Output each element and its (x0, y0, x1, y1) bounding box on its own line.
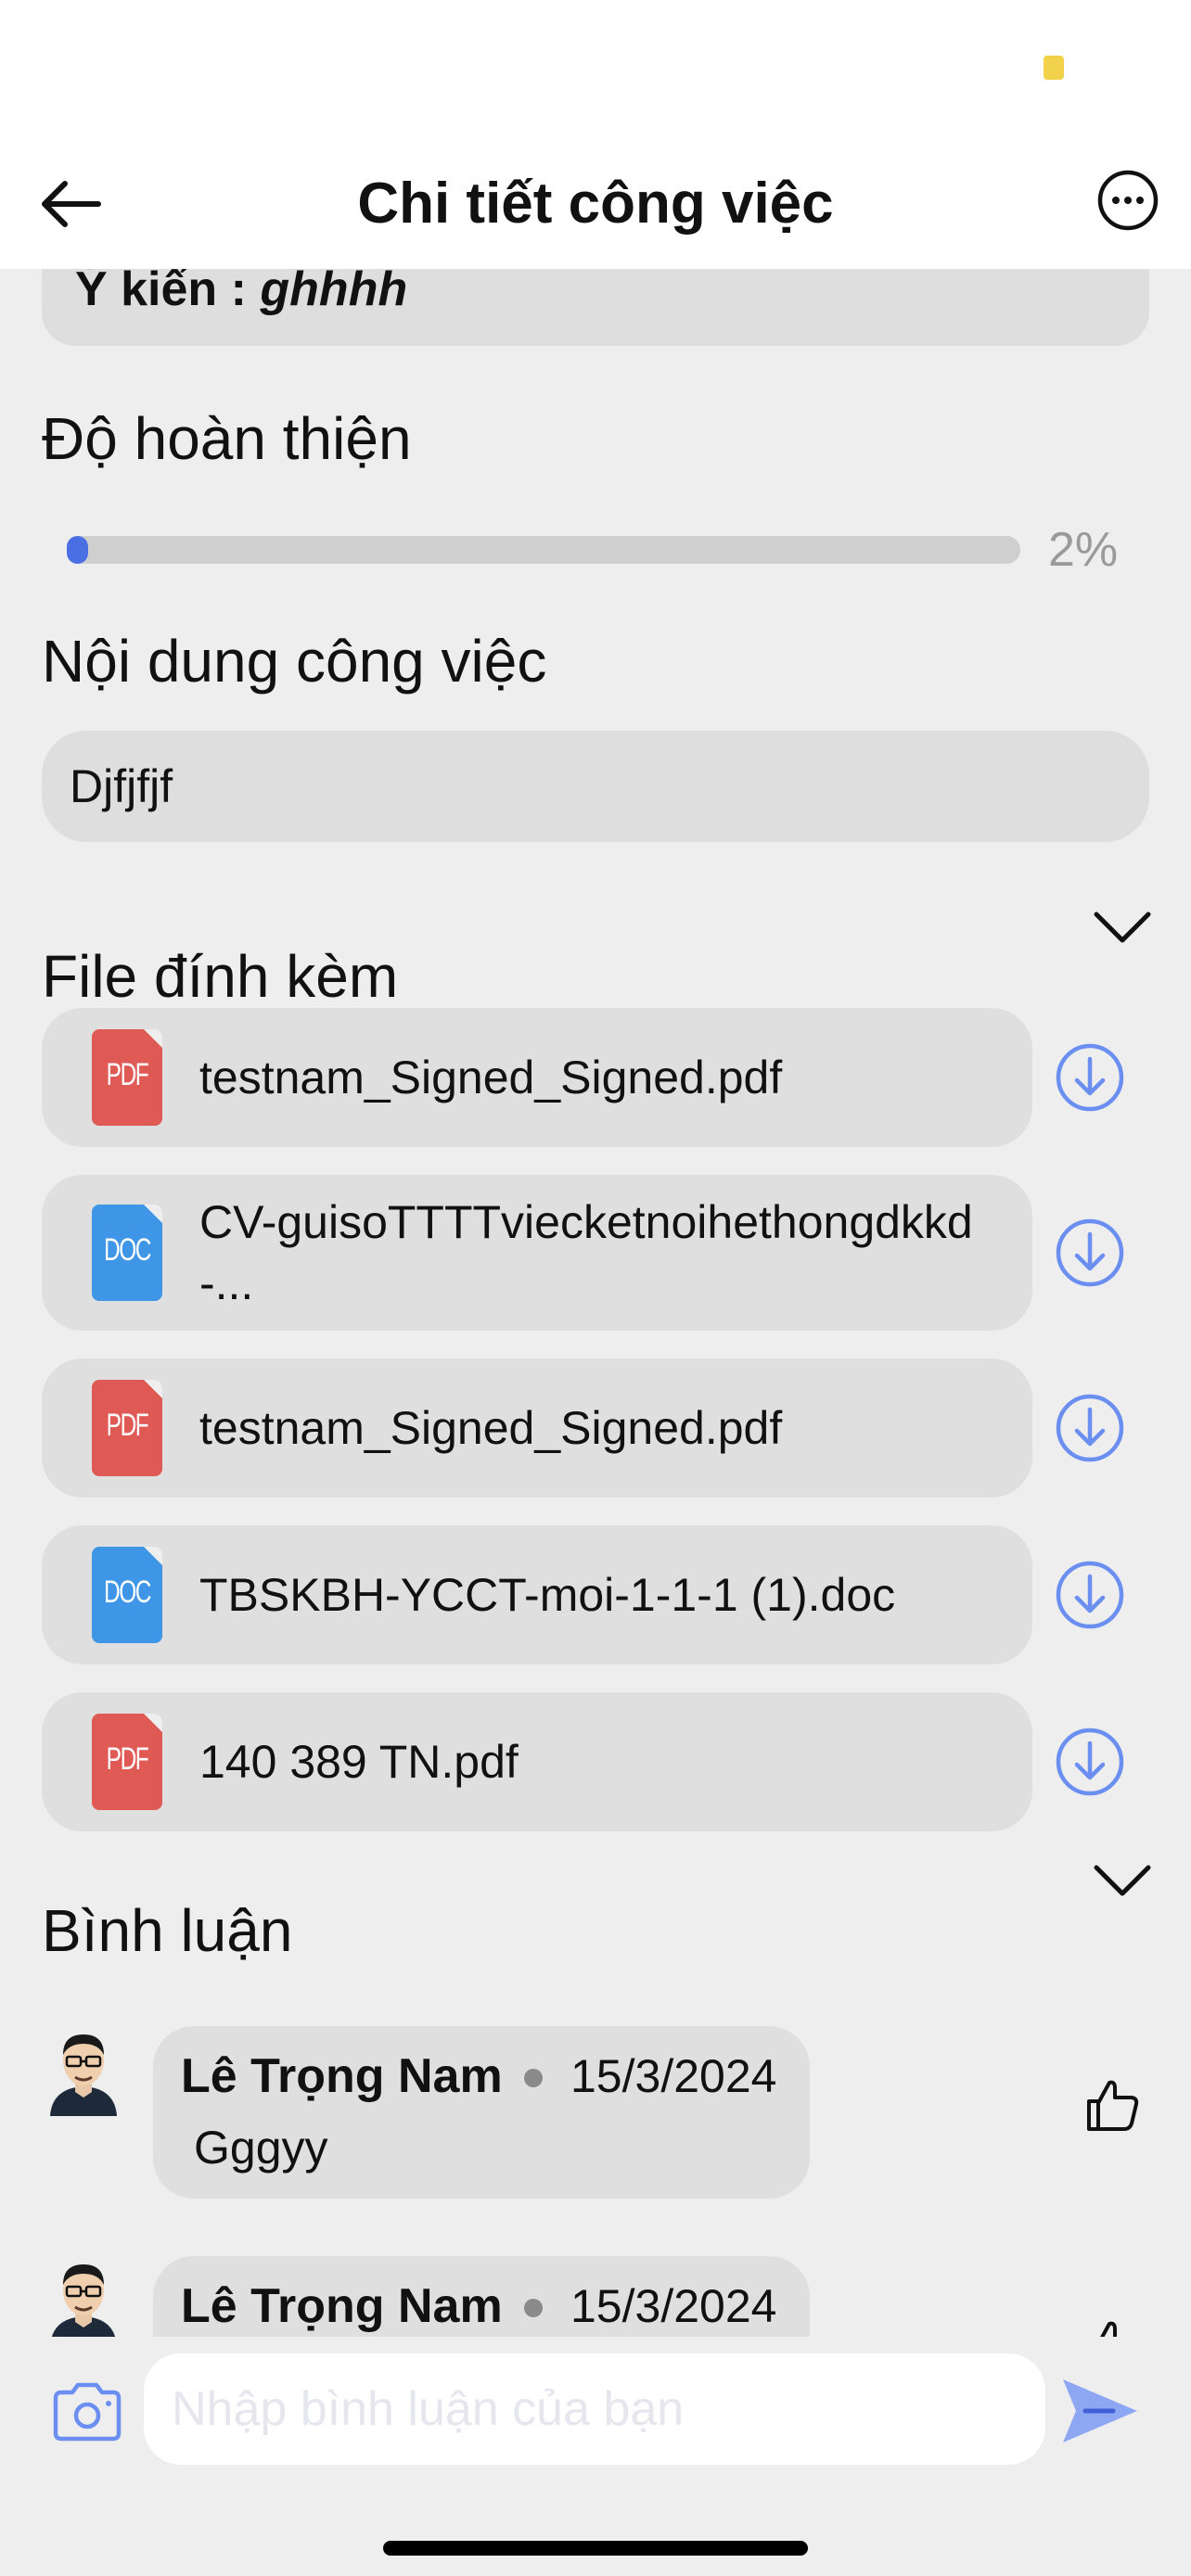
download-button[interactable] (1054, 1041, 1126, 1114)
more-button[interactable] (1095, 167, 1161, 234)
download-circle-icon (1056, 1043, 1124, 1112)
doc-file-icon: DOC (92, 1547, 162, 1643)
task-content-text: Djfjfjf (70, 760, 173, 812)
download-button[interactable] (1054, 1217, 1126, 1289)
attachment-name: TBSKBH-YCCT-moi-1-1-1 (1).doc (199, 1569, 896, 1621)
download-button[interactable] (1054, 1726, 1126, 1798)
opinion-value: ghhhh (260, 269, 408, 316)
opinion-box: Ý kiến : ghhhh (42, 269, 1149, 346)
comment-input-bar (0, 2337, 1191, 2476)
attachment-item[interactable]: DOC CV-guisoTTTTviecketnoihethongdkkd-..… (42, 1175, 1032, 1331)
chevron-down-icon (1094, 1865, 1151, 1896)
comment-date: 15/3/2024 (570, 2050, 777, 2102)
thumbs-up-icon (1100, 2321, 1132, 2337)
download-button[interactable] (1054, 1392, 1126, 1464)
avatar (45, 2253, 122, 2337)
user-avatar-icon (51, 2264, 116, 2337)
task-detail-content[interactable]: Ý kiến : ghhhh Độ hoàn thiện 2% Nội dung… (0, 269, 1191, 2337)
comment-author: Lê Trọng Nam (181, 2049, 503, 2103)
attachment-item[interactable]: PDF testnam_Signed_Signed.pdf (42, 1358, 1032, 1498)
thumbs-up-icon (1087, 2080, 1139, 2131)
download-circle-icon (1056, 1561, 1124, 1629)
app-header: Chi tiết công việc (0, 139, 1191, 269)
status-indicator (1044, 56, 1064, 80)
attachment-item[interactable]: DOC TBSKBH-YCCT-moi-1-1-1 (1).doc (42, 1525, 1032, 1664)
attachment-item[interactable]: PDF testnam_Signed_Signed.pdf (42, 1008, 1032, 1147)
task-content-box: Djfjfjf (42, 731, 1149, 842)
file-type-label: DOC (103, 1575, 152, 1610)
chevron-down-icon (1094, 912, 1151, 943)
attachment-name: CV-guisoTTTTviecketnoihethongdkkd-... (199, 1196, 973, 1309)
attachments-title: File đính kèm (42, 943, 399, 1010)
comment-bubble: Lê Trọng Nam 15/3/2024 (153, 2256, 810, 2337)
like-button[interactable] (1076, 2068, 1150, 2142)
send-icon (1063, 2379, 1137, 2442)
file-type-label: DOC (103, 1232, 152, 1268)
download-circle-icon (1056, 1394, 1124, 1462)
home-indicator (383, 2541, 808, 2556)
task-content-title: Nội dung công việc (42, 628, 547, 695)
more-horizontal-icon (1097, 170, 1159, 231)
comments-title: Bình luận (42, 1897, 293, 1964)
progress-bar (67, 536, 1020, 564)
file-type-label: PDF (106, 1057, 149, 1092)
progress-percent: 2% (1048, 523, 1119, 577)
comments-toggle[interactable] (1085, 1853, 1159, 1908)
download-circle-icon (1056, 1728, 1124, 1796)
file-type-label: PDF (106, 1408, 149, 1443)
attachment-item[interactable]: PDF 140 389 TN.pdf (42, 1692, 1032, 1831)
download-button[interactable] (1054, 1559, 1126, 1631)
attachments-toggle[interactable] (1085, 899, 1159, 955)
avatar (45, 2023, 122, 2116)
comment-input[interactable] (144, 2353, 1045, 2465)
pdf-file-icon: PDF (92, 1380, 162, 1476)
doc-file-icon: DOC (92, 1205, 162, 1301)
user-avatar-icon (50, 2034, 117, 2116)
comment-text: Gggyy (194, 2122, 328, 2174)
download-circle-icon (1056, 1218, 1124, 1287)
page-title: Chi tiết công việc (357, 172, 834, 236)
file-type-label: PDF (106, 1741, 149, 1777)
opinion-label: Ý kiến : (75, 269, 247, 316)
opinion-text: Ý kiến : ghhhh (75, 269, 407, 317)
separator-dot (524, 2069, 543, 2087)
progress-fill (67, 536, 88, 564)
camera-icon (53, 2382, 122, 2442)
comment-author: Lê Trọng Nam (181, 2279, 503, 2333)
status-bar (0, 0, 1191, 139)
comment-date: 15/3/2024 (570, 2280, 777, 2332)
attachment-name: 140 389 TN.pdf (199, 1736, 519, 1788)
like-button[interactable] (1076, 2309, 1150, 2337)
send-button[interactable] (1053, 2369, 1146, 2453)
comment-bubble: Lê Trọng Nam 15/3/2024 Gggyy (153, 2026, 810, 2199)
progress-title: Độ hoàn thiện (42, 405, 412, 472)
camera-button[interactable] (46, 2374, 128, 2448)
attachment-name: testnam_Signed_Signed.pdf (199, 1052, 783, 1103)
pdf-file-icon: PDF (92, 1029, 162, 1126)
pdf-file-icon: PDF (92, 1714, 162, 1810)
separator-dot (524, 2299, 543, 2317)
attachment-name: testnam_Signed_Signed.pdf (199, 1402, 783, 1454)
